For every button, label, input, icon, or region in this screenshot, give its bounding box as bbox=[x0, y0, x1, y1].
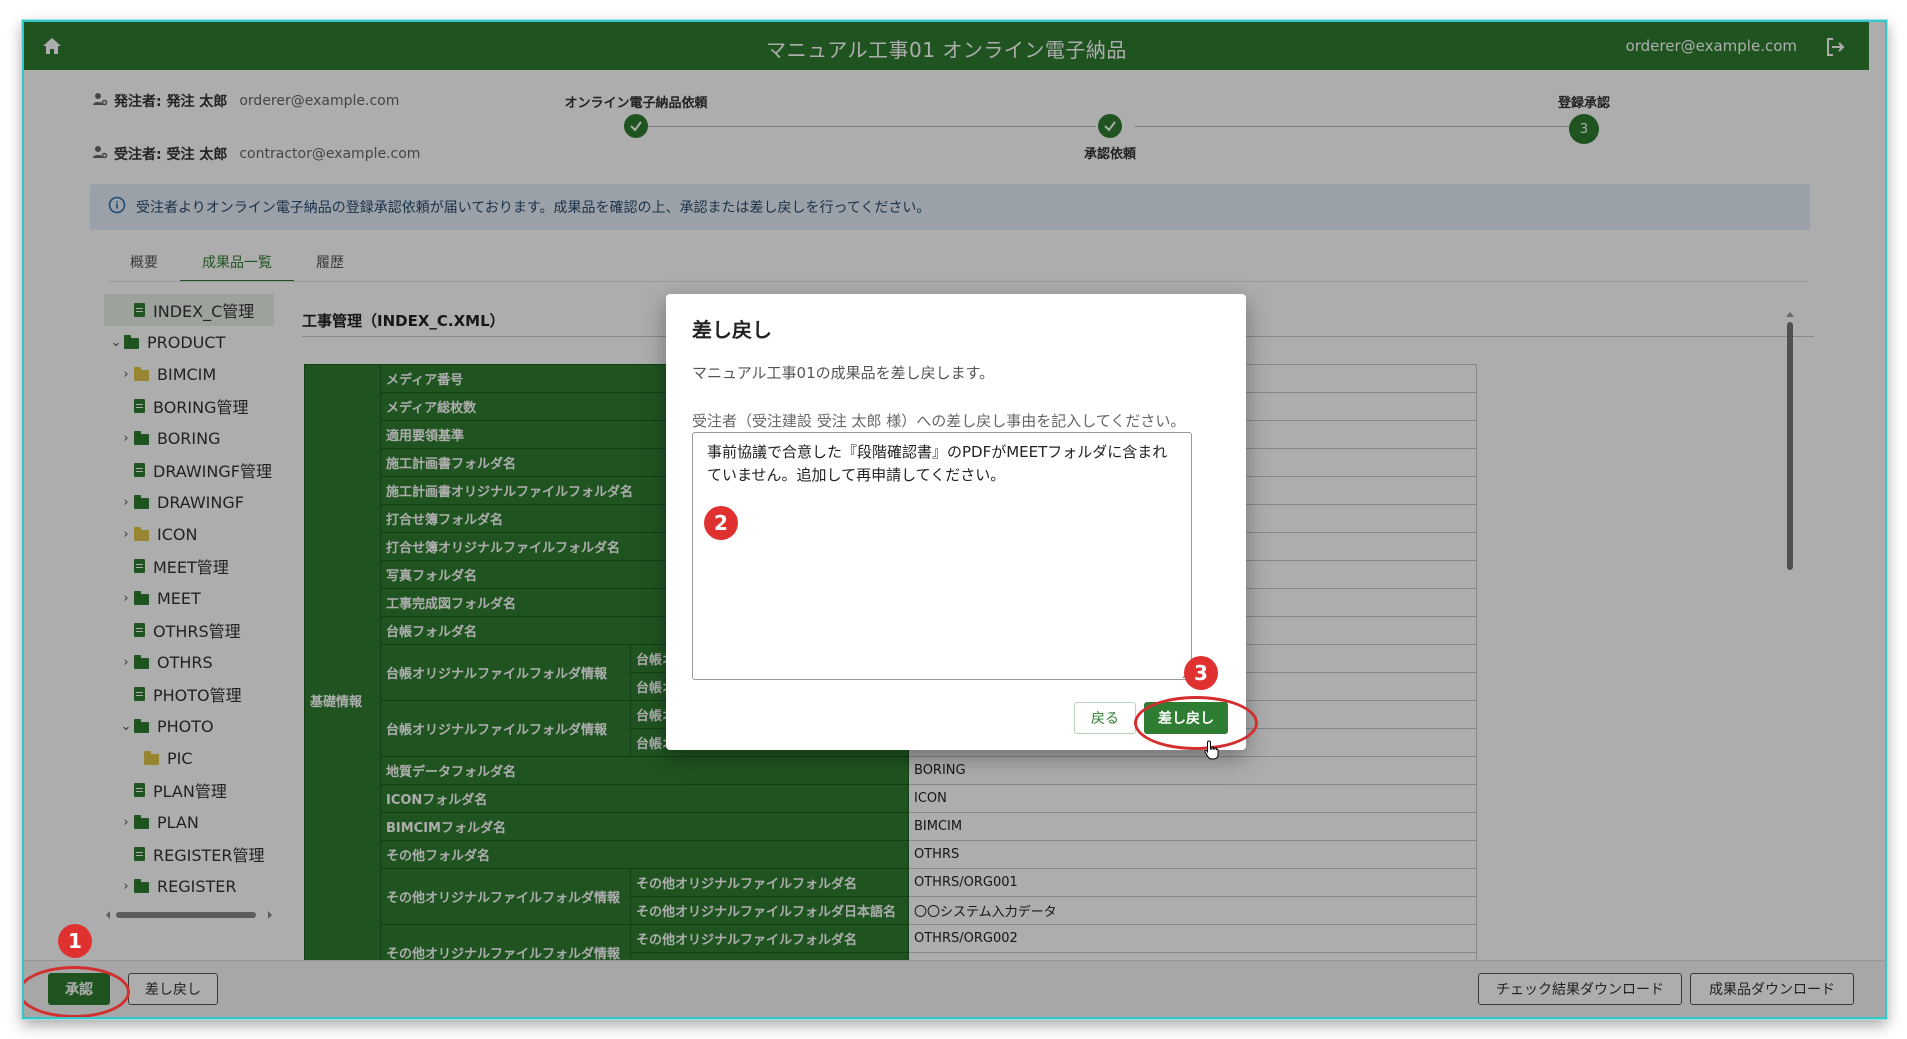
send-back-dialog: 差し戻し マニュアル工事01の成果品を差し戻します。 受注者（受注建設 受注 太… bbox=[666, 294, 1246, 750]
back-button[interactable]: 戻る bbox=[1074, 702, 1136, 734]
step-marker-2: 2 bbox=[704, 506, 738, 540]
highlight-ring-submit bbox=[1134, 696, 1258, 750]
step-marker-1: 1 bbox=[58, 924, 92, 958]
dialog-title: 差し戻し bbox=[692, 318, 772, 342]
app-window: マニュアル工事01 オンライン電子納品 orderer@example.com … bbox=[24, 22, 1885, 1017]
pointer-cursor-icon bbox=[1204, 740, 1220, 764]
screenshot-frame: マニュアル工事01 オンライン電子納品 orderer@example.com … bbox=[22, 20, 1887, 1019]
highlight-ring-approve bbox=[24, 966, 130, 1017]
reason-label: 受注者（受注建設 受注 太郎 様）への差し戻し事由を記入してください。 bbox=[692, 412, 1186, 430]
dialog-description: マニュアル工事01の成果品を差し戻します。 bbox=[692, 364, 995, 382]
reason-textarea[interactable]: 事前協議で合意した『段階確認書』のPDFがMEETフォルダに含まれていません。追… bbox=[692, 432, 1192, 680]
step-marker-3: 3 bbox=[1184, 656, 1218, 690]
